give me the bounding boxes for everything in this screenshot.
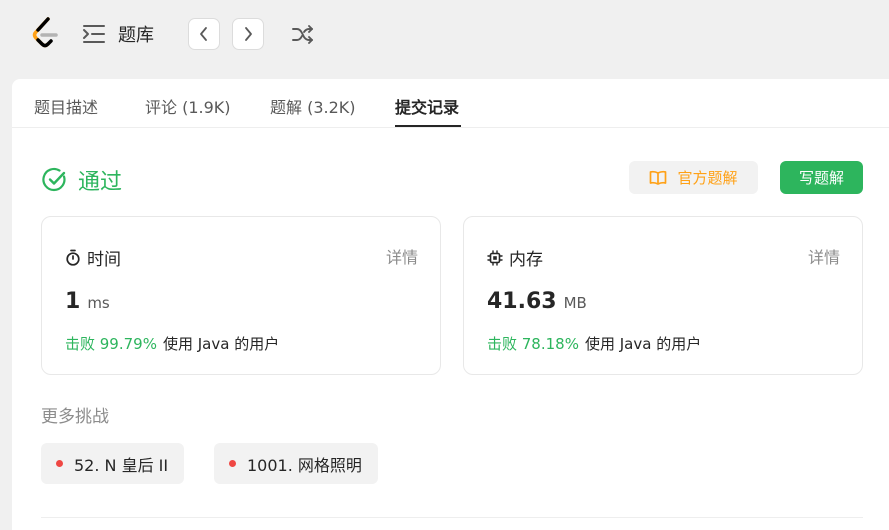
- memory-value: 41.63 MB: [487, 289, 587, 314]
- runtime-beat-rest: 使用 Java 的用户: [162, 335, 280, 353]
- memory-beat-percent: 击败 78.18%: [487, 335, 579, 353]
- tab-bar: 题目描述 评论 (1.9K) 题解 (3.2K) 提交记录: [12, 79, 889, 128]
- runtime-title: 时间: [87, 250, 121, 270]
- write-solution-label: 写题解: [798, 169, 844, 187]
- next-problem-button[interactable]: [232, 18, 264, 50]
- runtime-card: 时间 详情 1 ms 击败 99.79% 使用 Java 的用户: [41, 216, 441, 375]
- difficulty-hard-dot: [229, 460, 236, 467]
- memory-beat-rest: 使用 Java 的用户: [584, 335, 702, 353]
- tab-comments[interactable]: 评论 (1.9K): [145, 94, 231, 118]
- memory-beat-text: 击败 78.18% 使用 Java 的用户: [487, 333, 701, 354]
- challenge-item[interactable]: 1001. 网格照明: [214, 443, 378, 484]
- runtime-detail-link[interactable]: 详情: [386, 244, 418, 268]
- memory-title: 内存: [509, 250, 543, 270]
- challenge-item-label: 52. N 皇后 II: [74, 455, 169, 475]
- submission-status: 通过: [42, 164, 122, 196]
- stopwatch-icon: [66, 249, 80, 266]
- shuffle-icon[interactable]: [291, 22, 315, 46]
- tab-description[interactable]: 题目描述: [34, 94, 98, 118]
- list-indent-icon[interactable]: [82, 23, 106, 45]
- top-bar: 题库: [0, 0, 889, 68]
- check-circle-icon: [42, 167, 66, 192]
- runtime-header: 时间: [65, 245, 121, 270]
- submission-panel: 题目描述 评论 (1.9K) 题解 (3.2K) 提交记录 通过 官方题解 写题…: [12, 79, 889, 530]
- memory-detail-link[interactable]: 详情: [808, 244, 840, 268]
- memory-unit: MB: [563, 294, 587, 312]
- tab-solutions[interactable]: 题解 (3.2K): [270, 94, 356, 118]
- leetcode-logo[interactable]: [30, 16, 62, 50]
- official-solution-button[interactable]: 官方题解: [629, 161, 758, 194]
- book-icon: [650, 170, 667, 185]
- more-challenges-title: 更多挑战: [41, 407, 109, 427]
- problemset-title[interactable]: 题库: [118, 21, 154, 47]
- difficulty-hard-dot: [56, 460, 63, 467]
- memory-header: 内存: [487, 245, 543, 270]
- challenge-item-label: 1001. 网格照明: [247, 455, 362, 475]
- challenge-item[interactable]: 52. N 皇后 II: [41, 443, 185, 484]
- chevron-right-icon: [245, 27, 252, 41]
- divider: [41, 517, 863, 518]
- prev-problem-button[interactable]: [188, 18, 220, 50]
- official-solution-label: 官方题解: [677, 169, 738, 187]
- runtime-value: 1 ms: [65, 289, 110, 314]
- write-solution-button[interactable]: 写题解: [780, 161, 863, 194]
- chevron-left-icon: [200, 27, 207, 41]
- status-text: 通过: [78, 170, 123, 195]
- memory-card: 内存 详情 41.63 MB 击败 78.18% 使用 Java 的用户: [463, 216, 863, 375]
- runtime-beat-text: 击败 99.79% 使用 Java 的用户: [65, 333, 279, 354]
- runtime-unit: ms: [87, 294, 110, 312]
- tab-submissions[interactable]: 提交记录: [395, 94, 459, 118]
- runtime-number: 1: [65, 289, 81, 314]
- chip-icon: [487, 249, 503, 266]
- active-tab-indicator: [395, 125, 461, 127]
- runtime-beat-percent: 击败 99.79%: [65, 335, 157, 353]
- memory-number: 41.63: [487, 289, 557, 314]
